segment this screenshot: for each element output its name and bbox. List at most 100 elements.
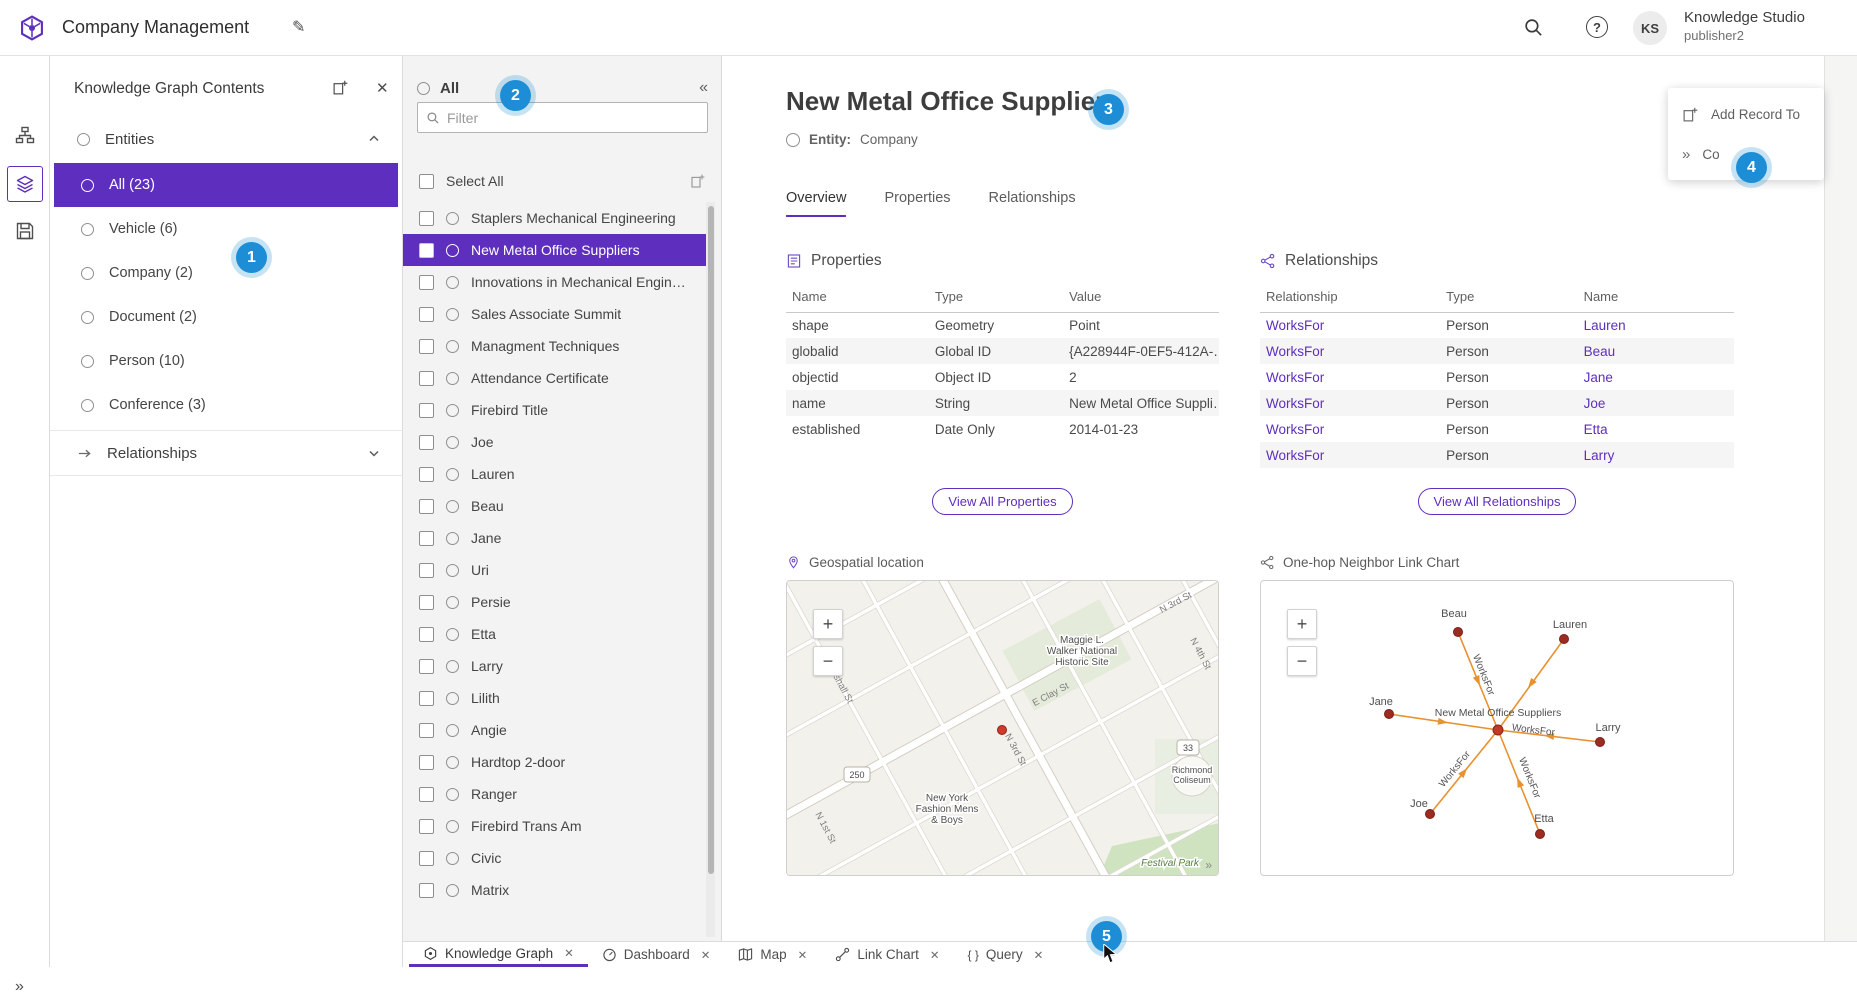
tab-map[interactable]: Map ✕ <box>724 942 821 967</box>
checkbox[interactable] <box>419 467 434 482</box>
help-icon[interactable]: ? <box>1586 16 1608 38</box>
close-icon[interactable]: ✕ <box>930 948 940 962</box>
collapse-panel-icon[interactable]: « <box>699 79 708 97</box>
view-all-relationships-button[interactable]: View All Relationships <box>1418 488 1577 515</box>
close-icon[interactable]: ✕ <box>376 79 389 97</box>
edit-icon[interactable]: ✎ <box>292 17 305 37</box>
checkbox[interactable] <box>419 499 434 514</box>
tab-properties[interactable]: Properties <box>884 190 950 217</box>
sidebar-item-all[interactable]: All (23) <box>54 163 398 207</box>
record-location-marker[interactable] <box>998 726 1007 735</box>
list-item[interactable]: Beau <box>403 490 710 522</box>
zoom-out-button[interactable]: − <box>813 646 843 676</box>
record-link[interactable]: Etta <box>1578 416 1734 442</box>
checkbox[interactable] <box>419 627 434 642</box>
list-item[interactable]: Jane <box>403 522 710 554</box>
scrollbar-thumb[interactable] <box>708 206 714 874</box>
scope-label[interactable]: All <box>440 80 459 97</box>
list-item[interactable]: Firebird Trans Am <box>403 810 710 842</box>
checkbox[interactable] <box>419 174 434 189</box>
checkbox[interactable] <box>419 275 434 290</box>
node-center[interactable] <box>1493 725 1503 735</box>
list-item[interactable]: Lauren <box>403 458 710 490</box>
hierarchy-icon[interactable] <box>15 125 35 145</box>
checkbox[interactable] <box>419 243 434 258</box>
checkbox[interactable] <box>419 851 434 866</box>
list-item[interactable]: Matrix <box>403 874 710 906</box>
checkbox[interactable] <box>419 403 434 418</box>
relationship-link[interactable]: WorksFor <box>1260 416 1440 442</box>
zoom-in-button[interactable]: + <box>1287 609 1317 639</box>
tab-overview[interactable]: Overview <box>786 190 846 217</box>
filter-input[interactable] <box>447 110 699 126</box>
search-icon[interactable] <box>1523 17 1544 38</box>
relationship-link[interactable]: WorksFor <box>1260 390 1440 416</box>
list-item[interactable]: Joe <box>403 426 710 458</box>
view-all-properties-button[interactable]: View All Properties <box>932 488 1072 515</box>
close-icon[interactable]: ✕ <box>701 948 711 962</box>
zoom-in-button[interactable]: + <box>813 609 843 639</box>
sidebar-item-vehicle[interactable]: Vehicle (6) <box>54 207 398 251</box>
filter-box[interactable] <box>417 102 708 133</box>
link-chart-canvas[interactable]: WorksFor WorksFor WorksFor WorksFor Beau… <box>1261 581 1734 876</box>
list-item-selected[interactable]: New Metal Office Suppliers <box>403 234 710 266</box>
checkbox[interactable] <box>419 691 434 706</box>
node-lauren[interactable] <box>1560 635 1569 644</box>
checkbox[interactable] <box>419 755 434 770</box>
chevron-down-icon[interactable] <box>368 447 380 459</box>
checkbox[interactable] <box>419 307 434 322</box>
list-item[interactable]: Angie <box>403 714 710 746</box>
tab-relationships[interactable]: Relationships <box>989 190 1076 217</box>
link-chart-widget[interactable]: WorksFor WorksFor WorksFor WorksFor Beau… <box>1260 580 1734 876</box>
map-canvas[interactable]: N 3rd St N 4th St E Clay St Marshall St … <box>787 581 1219 876</box>
record-link[interactable]: Lauren <box>1578 312 1734 338</box>
relationship-link[interactable]: WorksFor <box>1260 338 1440 364</box>
checkbox[interactable] <box>419 371 434 386</box>
list-item[interactable]: Hardtop 2-door <box>403 746 710 778</box>
list-item[interactable]: Managment Techniques <box>403 330 710 362</box>
list-item[interactable]: Uri <box>403 554 710 586</box>
map-attribution-expander-icon[interactable]: » <box>1205 858 1212 872</box>
select-all-row[interactable]: Select All <box>419 167 706 195</box>
chevron-up-icon[interactable] <box>368 133 380 145</box>
list-item[interactable]: Civic <box>403 842 710 874</box>
add-record-icon[interactable] <box>332 79 349 96</box>
avatar[interactable]: KS <box>1633 11 1667 45</box>
node-jane[interactable] <box>1385 710 1394 719</box>
node-larry[interactable] <box>1596 738 1605 747</box>
checkbox[interactable] <box>419 723 434 738</box>
relationships-section-header[interactable]: Relationships <box>50 430 402 476</box>
sidebar-item-document[interactable]: Document (2) <box>54 295 398 339</box>
node-beau[interactable] <box>1454 628 1463 637</box>
close-icon[interactable]: ✕ <box>1034 948 1044 962</box>
list-item[interactable]: Lilith <box>403 682 710 714</box>
record-link[interactable]: Larry <box>1578 442 1734 468</box>
list-item[interactable]: Firebird Title <box>403 394 710 426</box>
sidebar-item-conference[interactable]: Conference (3) <box>54 383 398 427</box>
close-icon[interactable]: ✕ <box>798 948 808 962</box>
list-item[interactable]: Larry <box>403 650 710 682</box>
checkbox[interactable] <box>419 595 434 610</box>
list-item[interactable]: Attendance Certificate <box>403 362 710 394</box>
checkbox[interactable] <box>419 883 434 898</box>
list-item[interactable]: Ranger <box>403 778 710 810</box>
list-item[interactable]: Sales Associate Summit <box>403 298 710 330</box>
list-item[interactable]: Etta <box>403 618 710 650</box>
checkbox[interactable] <box>419 211 434 226</box>
save-icon[interactable] <box>15 221 35 241</box>
relationship-link[interactable]: WorksFor <box>1260 442 1440 468</box>
list-item[interactable]: Staplers Mechanical Engineering <box>403 202 710 234</box>
entities-section-header[interactable]: Entities <box>50 122 402 156</box>
zoom-out-button[interactable]: − <box>1287 646 1317 676</box>
record-link[interactable]: Jane <box>1578 364 1734 390</box>
checkbox[interactable] <box>419 787 434 802</box>
tab-dashboard[interactable]: Dashboard ✕ <box>588 942 725 967</box>
tab-knowledge-graph[interactable]: Knowledge Graph ✕ <box>409 942 588 967</box>
list-item[interactable]: Innovations in Mechanical Engin… <box>403 266 710 298</box>
close-icon[interactable]: ✕ <box>564 946 574 960</box>
sidebar-item-company[interactable]: Company (2) <box>54 251 398 295</box>
checkbox[interactable] <box>419 339 434 354</box>
record-link[interactable]: Beau <box>1578 338 1734 364</box>
checkbox[interactable] <box>419 563 434 578</box>
list-item[interactable]: Persie <box>403 586 710 618</box>
